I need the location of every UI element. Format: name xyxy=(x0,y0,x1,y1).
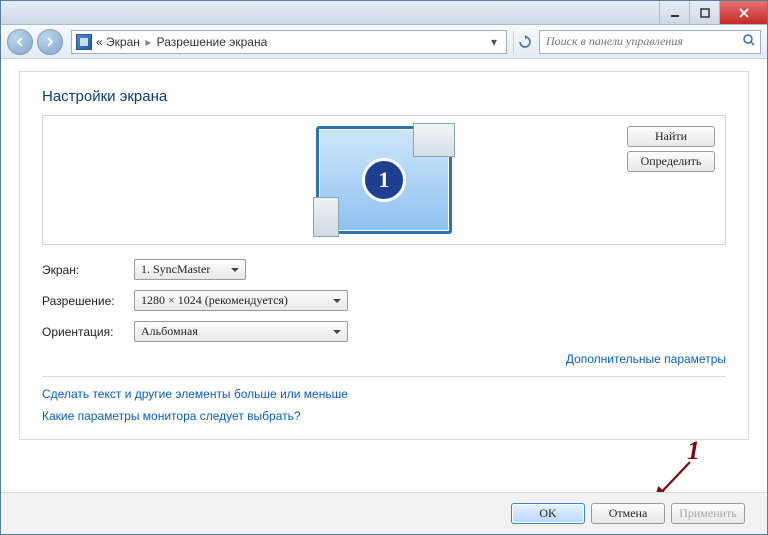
advanced-settings-link[interactable]: Дополнительные параметры xyxy=(566,352,726,366)
titlebar xyxy=(1,1,767,25)
close-button[interactable] xyxy=(719,1,767,24)
address-bar[interactable]: « Экран ▸ Разрешение экрана ▾ xyxy=(71,30,507,54)
breadcrumb[interactable]: « Экран ▸ Разрешение экрана xyxy=(96,35,482,49)
settings-panel: Настройки экрана 1 Найти Определить Экра… xyxy=(19,71,749,440)
display-preview: 1 Найти Определить xyxy=(42,115,726,245)
window-thumb-icon xyxy=(313,197,339,237)
search-input[interactable] xyxy=(546,34,738,49)
back-button[interactable] xyxy=(7,29,33,55)
find-button[interactable]: Найти xyxy=(627,126,715,147)
identify-button[interactable]: Определить xyxy=(627,151,715,172)
page-title: Настройки экрана xyxy=(42,88,726,105)
divider xyxy=(42,376,726,377)
orientation-select[interactable]: Альбомная xyxy=(134,321,348,342)
maximize-button[interactable] xyxy=(689,1,719,24)
monitor-number-badge: 1 xyxy=(362,158,406,202)
resolution-select[interactable]: 1280 × 1024 (рекомендуется) xyxy=(134,290,348,311)
window: « Экран ▸ Разрешение экрана ▾ SYSADMIN.R… xyxy=(0,0,768,535)
control-panel-icon xyxy=(76,34,92,50)
refresh-button[interactable] xyxy=(513,31,535,53)
navbar: « Экран ▸ Разрешение экрана ▾ xyxy=(1,25,767,59)
window-thumb-icon xyxy=(413,123,455,157)
resolution-label: Разрешение: xyxy=(42,294,134,308)
annotation-arrow: 1 xyxy=(640,458,700,492)
search-icon xyxy=(742,33,756,50)
content-area: SYSADMIN.RU Настройки экрана 1 Найти Опр… xyxy=(1,59,767,492)
screen-select[interactable]: 1. SyncMaster xyxy=(134,259,246,280)
monitor-thumbnail[interactable]: 1 xyxy=(316,126,452,234)
text-size-link[interactable]: Сделать текст и другие элементы больше и… xyxy=(42,387,726,401)
apply-button[interactable]: Применить xyxy=(671,503,745,524)
forward-button[interactable] xyxy=(37,29,63,55)
which-monitor-link[interactable]: Какие параметры монитора следует выбрать… xyxy=(42,409,726,423)
search-box[interactable] xyxy=(539,30,761,54)
address-dropdown-icon[interactable]: ▾ xyxy=(486,35,502,49)
cancel-button[interactable]: Отмена xyxy=(591,503,665,524)
minimize-button[interactable] xyxy=(659,1,689,24)
orientation-label: Ориентация: xyxy=(42,325,134,339)
dialog-footer: OK Отмена Применить xyxy=(1,492,767,534)
screen-label: Экран: xyxy=(42,263,134,277)
ok-button[interactable]: OK xyxy=(511,503,585,524)
